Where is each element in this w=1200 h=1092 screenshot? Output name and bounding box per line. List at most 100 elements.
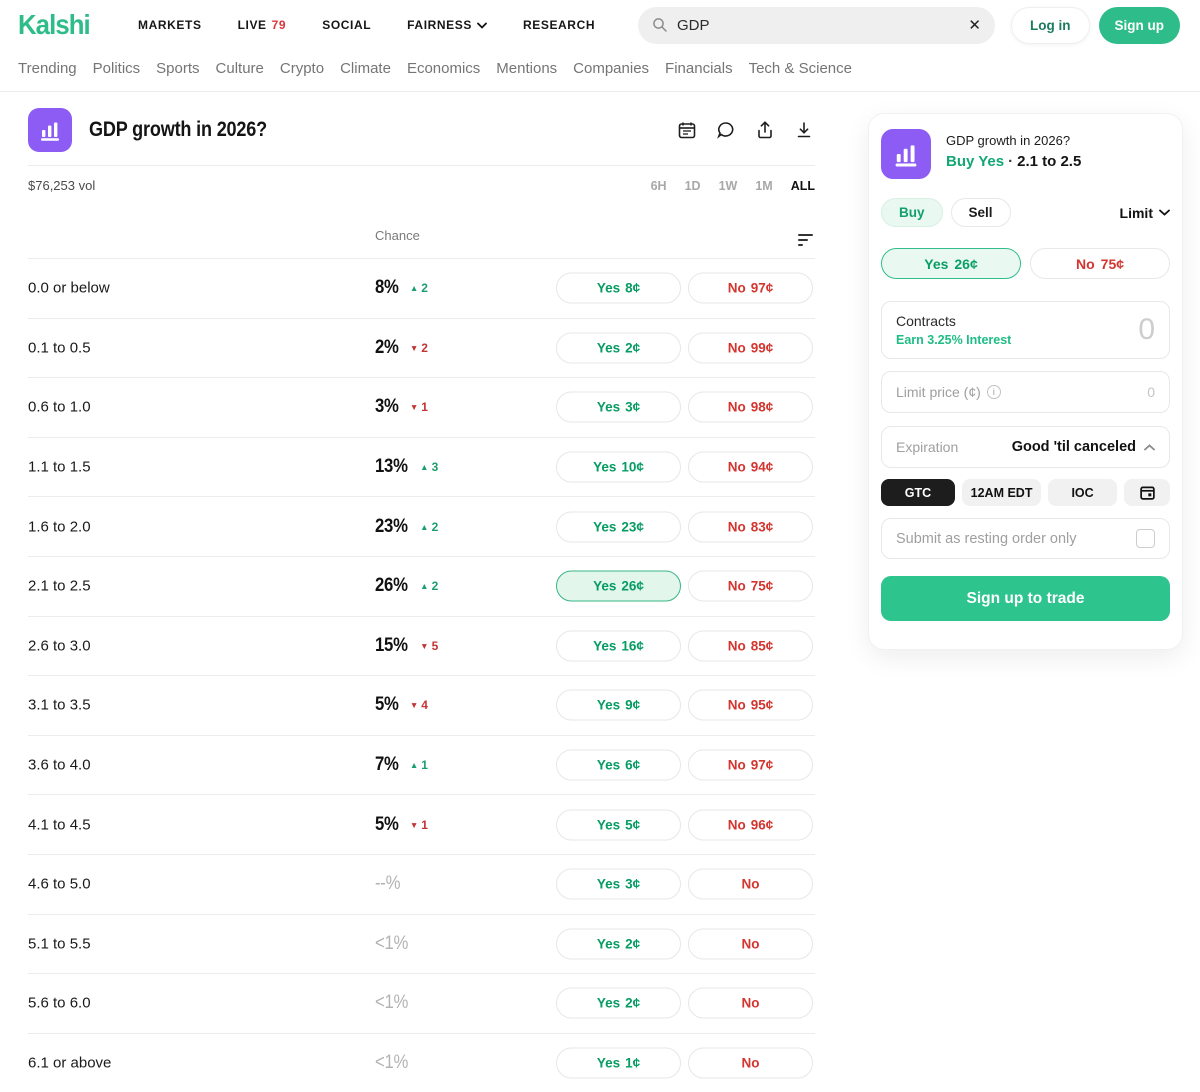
category-tab[interactable]: Economics — [407, 60, 480, 77]
category-tab[interactable]: Climate — [340, 60, 391, 77]
ioc-option[interactable]: IOC — [1048, 479, 1117, 506]
category-tab[interactable]: Culture — [216, 60, 264, 77]
time-range-1d[interactable]: 1D — [685, 179, 701, 193]
share-icon[interactable] — [754, 119, 776, 141]
category-tab[interactable]: Financials — [665, 60, 733, 77]
outcome-label: 5.1 to 5.5 — [28, 935, 91, 952]
buy-tab[interactable]: Buy — [881, 198, 943, 227]
time-range-6h[interactable]: 6H — [651, 179, 667, 193]
yes-button[interactable]: Yes1¢ — [556, 1048, 681, 1079]
no-label: No — [742, 936, 760, 951]
yes-button[interactable]: Yes6¢ — [556, 750, 681, 781]
yes-button[interactable]: Yes26¢ — [556, 571, 681, 602]
no-button[interactable]: No94¢ — [688, 452, 813, 483]
resting-order-checkbox[interactable] — [1136, 529, 1155, 548]
sort-icon[interactable] — [798, 234, 813, 246]
time-range-1m[interactable]: 1M — [755, 179, 772, 193]
no-button[interactable]: No — [688, 1048, 813, 1079]
yes-button[interactable]: Yes16¢ — [556, 630, 681, 661]
expiration-select[interactable]: Expiration Good 'til canceled — [881, 426, 1170, 468]
page-title: GDP growth in 2026? — [89, 118, 267, 142]
yes-button[interactable]: Yes2¢ — [556, 928, 681, 959]
yes-label: Yes — [593, 460, 616, 475]
signup-button[interactable]: Sign up — [1099, 7, 1181, 44]
no-button[interactable]: No — [688, 928, 813, 959]
category-tab[interactable]: Mentions — [496, 60, 557, 77]
no-button[interactable]: No95¢ — [688, 690, 813, 721]
sign-up-to-trade-button[interactable]: Sign up to trade — [881, 576, 1170, 621]
yes-button[interactable]: Yes8¢ — [556, 273, 681, 304]
yes-button[interactable]: Yes5¢ — [556, 809, 681, 840]
no-button[interactable]: No98¢ — [688, 392, 813, 423]
no-button[interactable]: No — [688, 988, 813, 1019]
limit-price-value: 0 — [1147, 384, 1155, 400]
nav-research[interactable]: RESEARCH — [523, 18, 595, 32]
search-input[interactable] — [677, 17, 959, 34]
panel-no-button[interactable]: No75¢ — [1030, 248, 1170, 279]
login-button[interactable]: Log in — [1011, 7, 1090, 44]
no-button[interactable]: No — [688, 869, 813, 900]
nav-social[interactable]: SOCIAL — [322, 18, 371, 32]
category-tab[interactable]: Trending — [18, 60, 77, 77]
expiration-label: Expiration — [896, 439, 958, 455]
nav-markets[interactable]: MARKETS — [138, 18, 202, 32]
no-price: 94¢ — [751, 460, 774, 475]
limit-price-input[interactable]: Limit price (¢)i 0 — [881, 371, 1170, 413]
gtc-option[interactable]: GTC — [881, 479, 955, 506]
yes-price: 2¢ — [625, 340, 640, 355]
yes-button[interactable]: Yes3¢ — [556, 392, 681, 423]
order-market-title: GDP growth in 2026? — [946, 133, 1081, 148]
category-tab[interactable]: Crypto — [280, 60, 324, 77]
chance-percent: 8% — [375, 277, 399, 299]
calendar-icon[interactable] — [676, 119, 698, 141]
yes-label: Yes — [597, 936, 620, 951]
resting-order-row: Submit as resting order only — [881, 518, 1170, 559]
calendar-icon[interactable] — [1124, 479, 1170, 506]
category-tab[interactable]: Sports — [156, 60, 199, 77]
clear-search-icon[interactable]: ✕ — [968, 18, 981, 33]
no-label: No — [728, 758, 746, 773]
market-row: 2.6 to 3.015%▼5Yes16¢No85¢ — [28, 616, 815, 676]
category-tab[interactable]: Tech & Science — [749, 60, 852, 77]
no-button[interactable]: No99¢ — [688, 332, 813, 363]
yes-label: Yes — [597, 758, 620, 773]
no-price: 75¢ — [751, 579, 774, 594]
comment-icon[interactable] — [715, 119, 737, 141]
chance-delta: ▲2 — [420, 520, 438, 534]
buy-sell-toggle: Buy Sell Limit — [881, 198, 1170, 227]
kalshi-logo[interactable]: Kalshi — [18, 9, 90, 41]
order-type-select[interactable]: Limit — [1120, 205, 1170, 221]
time-range-1w[interactable]: 1W — [719, 179, 738, 193]
sell-tab[interactable]: Sell — [951, 198, 1011, 227]
yes-button[interactable]: Yes9¢ — [556, 690, 681, 721]
category-tab[interactable]: Companies — [573, 60, 649, 77]
no-button[interactable]: No75¢ — [688, 571, 813, 602]
yes-button[interactable]: Yes23¢ — [556, 511, 681, 542]
download-icon[interactable] — [793, 119, 815, 141]
no-button[interactable]: No83¢ — [688, 511, 813, 542]
search-icon — [652, 17, 668, 33]
chance-cell: 8%▲2 — [375, 277, 428, 299]
yes-button[interactable]: Yes2¢ — [556, 332, 681, 363]
category-tab[interactable]: Politics — [93, 60, 141, 77]
no-button[interactable]: No97¢ — [688, 750, 813, 781]
market-row: 0.6 to 1.03%▼1Yes3¢No98¢ — [28, 377, 815, 437]
no-button[interactable]: No96¢ — [688, 809, 813, 840]
no-button[interactable]: No97¢ — [688, 273, 813, 304]
yes-price: 1¢ — [625, 1056, 640, 1071]
yes-button[interactable]: Yes10¢ — [556, 452, 681, 483]
delta-down-arrow-icon: ▼ — [410, 700, 418, 710]
yes-button[interactable]: Yes2¢ — [556, 988, 681, 1019]
nav-live[interactable]: LIVE79 — [238, 18, 287, 32]
panel-yes-button[interactable]: Yes26¢ — [881, 248, 1021, 279]
time-range-all[interactable]: ALL — [791, 179, 815, 193]
yes-no-selector: Yes26¢ No75¢ — [881, 248, 1170, 279]
outcome-label: 0.0 or below — [28, 280, 110, 297]
contracts-input[interactable]: Contracts Earn 3.25% Interest 0 — [881, 301, 1170, 359]
nav-fairness[interactable]: FAIRNESS — [407, 18, 487, 32]
yes-button[interactable]: Yes3¢ — [556, 869, 681, 900]
12am-edt-option[interactable]: 12AM EDT — [962, 479, 1041, 506]
market-row: 0.1 to 0.52%▼2Yes2¢No99¢ — [28, 318, 815, 378]
no-button[interactable]: No85¢ — [688, 630, 813, 661]
no-price: 98¢ — [751, 400, 774, 415]
